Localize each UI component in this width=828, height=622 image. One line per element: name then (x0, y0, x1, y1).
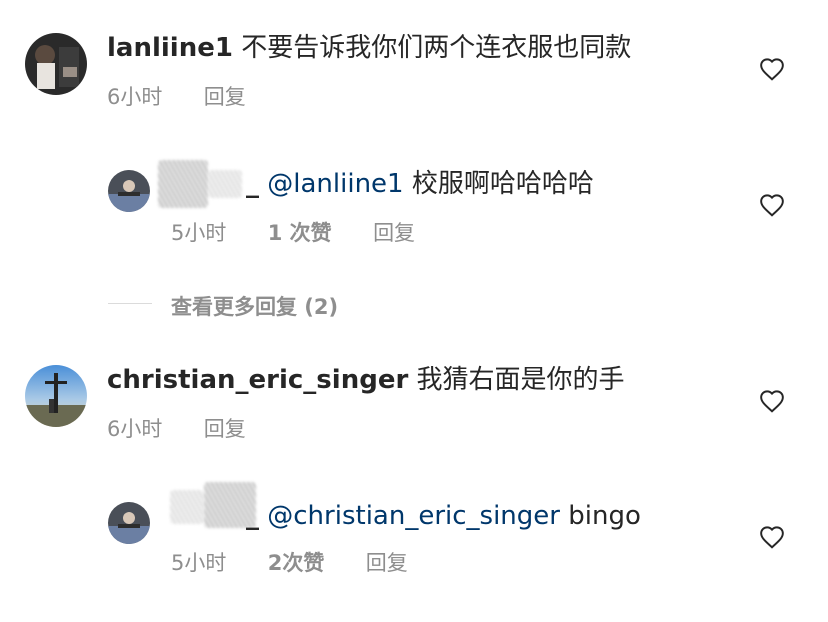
reply-button[interactable]: 回复 (204, 85, 246, 109)
comment-text: 不要告诉我你们两个连衣服也同款 (241, 33, 632, 63)
reply-text: bingo (568, 501, 641, 531)
reply-button[interactable]: 回复 (204, 417, 246, 441)
view-more-replies-button[interactable]: 查看更多回复 (2) (171, 291, 338, 321)
mention-link[interactable]: @christian_eric_singer (267, 501, 560, 531)
reply-line: _ @christian_eric_singer bingo (246, 500, 641, 532)
comment-username[interactable]: christian_eric_singer (107, 365, 408, 395)
comment-username[interactable]: lanliine1 (107, 33, 233, 63)
reply-time: 5小时 (171, 551, 227, 575)
comment-meta: 6小时 回复 (107, 416, 246, 442)
avatar-reply-user[interactable] (108, 170, 150, 212)
redacted-username (158, 160, 208, 208)
reply-line: _ @lanliine1 校服啊哈哈哈哈 (246, 168, 594, 200)
heart-outline-icon[interactable] (759, 525, 785, 549)
comment-time: 6小时 (107, 85, 163, 109)
reply-username-suffix[interactable]: _ (246, 501, 259, 531)
reply-meta: 5小时 2次赞 回复 (171, 550, 408, 576)
redacted-username (170, 490, 204, 524)
reply-meta: 5小时 1 次赞 回复 (171, 220, 415, 246)
reply-button[interactable]: 回复 (366, 551, 408, 575)
avatar-christian-eric-singer[interactable] (25, 365, 87, 427)
comment-time: 6小时 (107, 417, 163, 441)
heart-outline-icon[interactable] (759, 389, 785, 413)
comment-line: christian_eric_singer 我猜右面是你的手 (107, 364, 625, 396)
reply-button[interactable]: 回复 (373, 221, 415, 245)
heart-outline-icon[interactable] (759, 193, 785, 217)
reply-username-suffix[interactable]: _ (246, 169, 259, 199)
comment-text: 我猜右面是你的手 (416, 365, 625, 395)
view-more-divider (108, 303, 152, 304)
mention-link[interactable]: @lanliine1 (267, 169, 403, 199)
avatar-reply-user[interactable] (108, 502, 150, 544)
reply-time: 5小时 (171, 221, 227, 245)
heart-outline-icon[interactable] (759, 57, 785, 81)
redacted-username (208, 170, 242, 198)
avatar-lanliine1[interactable] (25, 33, 87, 95)
comment-meta: 6小时 回复 (107, 84, 246, 110)
likes-count[interactable]: 2次赞 (268, 551, 325, 575)
likes-count[interactable]: 1 次赞 (268, 221, 332, 245)
comment-line: lanliine1 不要告诉我你们两个连衣服也同款 (107, 32, 631, 64)
reply-text: 校服啊哈哈哈哈 (411, 169, 594, 199)
